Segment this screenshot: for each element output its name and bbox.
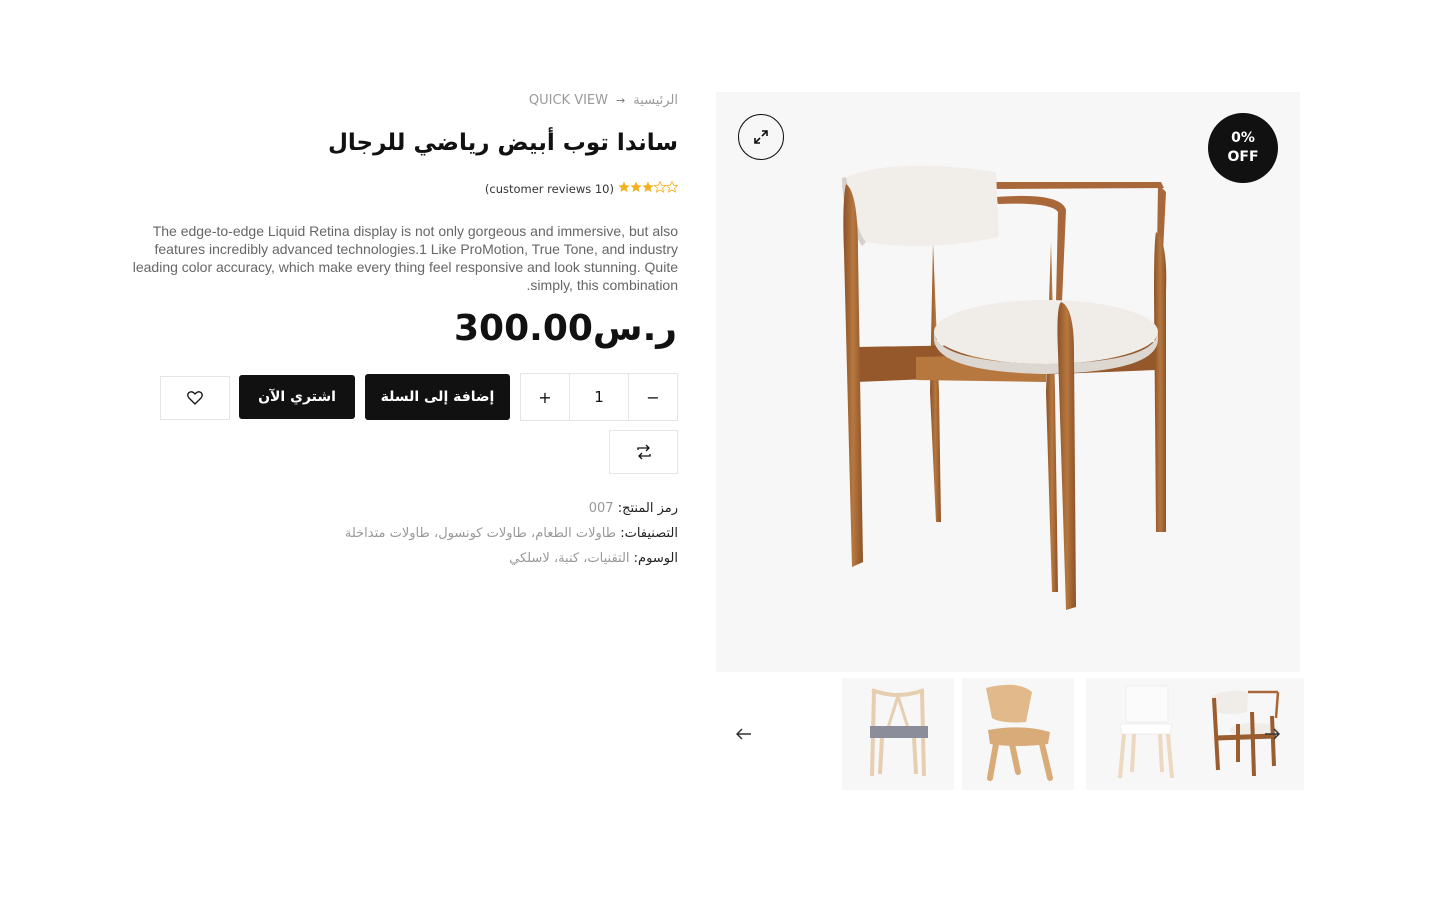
discount-percent: 0% <box>1231 130 1255 146</box>
category-link[interactable]: طاولات متداخلة <box>345 526 430 541</box>
wishlist-button[interactable] <box>160 376 230 420</box>
tags-row: الوسوم: التقنيات، كنبة، لاسلكي <box>509 551 678 566</box>
breadcrumb-home-link[interactable]: الرئيسية <box>633 93 678 108</box>
categories-label: التصنيفات: <box>620 526 678 541</box>
zoom-button[interactable] <box>738 114 784 160</box>
sku-row: رمز المنتج: 007 <box>589 501 678 516</box>
category-link[interactable]: طاولات كونسول <box>438 526 527 541</box>
chair-image <box>842 165 1167 610</box>
sku-label: رمز المنتج: <box>617 501 678 516</box>
tag-link[interactable]: كنبة <box>558 551 579 566</box>
prev-arrow-icon[interactable] <box>732 722 756 746</box>
breadcrumb-arrow-icon: → <box>616 94 626 107</box>
decrease-quantity-button[interactable]: − <box>629 374 677 420</box>
next-arrow-icon[interactable] <box>1260 722 1284 746</box>
product-price: ر.س300.00 <box>454 308 677 349</box>
compare-button[interactable] <box>609 430 678 474</box>
sku-value: 007 <box>588 501 614 516</box>
category-link[interactable]: طاولات الطعام <box>535 526 616 541</box>
increase-quantity-button[interactable]: + <box>521 374 570 420</box>
add-to-cart-button[interactable]: إضافة إلى السلة <box>365 374 510 420</box>
tags-label: الوسوم: <box>633 551 678 566</box>
buy-now-button[interactable]: اشتري الآن <box>239 375 355 419</box>
discount-badge: 0% OFF <box>1208 113 1278 183</box>
expand-icon <box>754 130 768 144</box>
categories-row: التصنيفات: طاولات الطعام، طاولات كونسول،… <box>344 526 678 541</box>
thumbnail-sanda-chair[interactable] <box>1192 678 1304 790</box>
thumbnail-carousel <box>716 678 1304 790</box>
tag-link[interactable]: التقنيات <box>587 551 629 566</box>
quantity-input[interactable]: 1 <box>570 374 629 420</box>
breadcrumb-current: QUICK VIEW <box>528 93 608 108</box>
breadcrumb: QUICK VIEW → الرئيسية <box>529 93 678 108</box>
tag-link[interactable]: لاسلكي <box>509 551 550 566</box>
quantity-stepper: + 1 − <box>520 373 678 421</box>
product-title: ساندا توب أبيض رياضي للرجال <box>327 130 678 156</box>
thumbnail-wishbone-chair[interactable] <box>842 678 954 790</box>
thumbnail-plywood-lounge-chair[interactable] <box>962 678 1074 790</box>
thumbnail-white-dining-chair[interactable] <box>1086 678 1198 790</box>
discount-off-label: OFF <box>1227 149 1259 165</box>
reviews-count[interactable]: (customer reviews 10) <box>485 182 614 196</box>
product-rating: (customer reviews 10) <box>485 180 679 196</box>
heart-icon <box>187 391 203 405</box>
compare-arrows-icon <box>636 444 651 460</box>
product-description: The edge-to-edge Liquid Retina display i… <box>132 223 678 293</box>
rating-stars-icon <box>618 180 679 196</box>
main-product-image <box>716 92 1300 672</box>
